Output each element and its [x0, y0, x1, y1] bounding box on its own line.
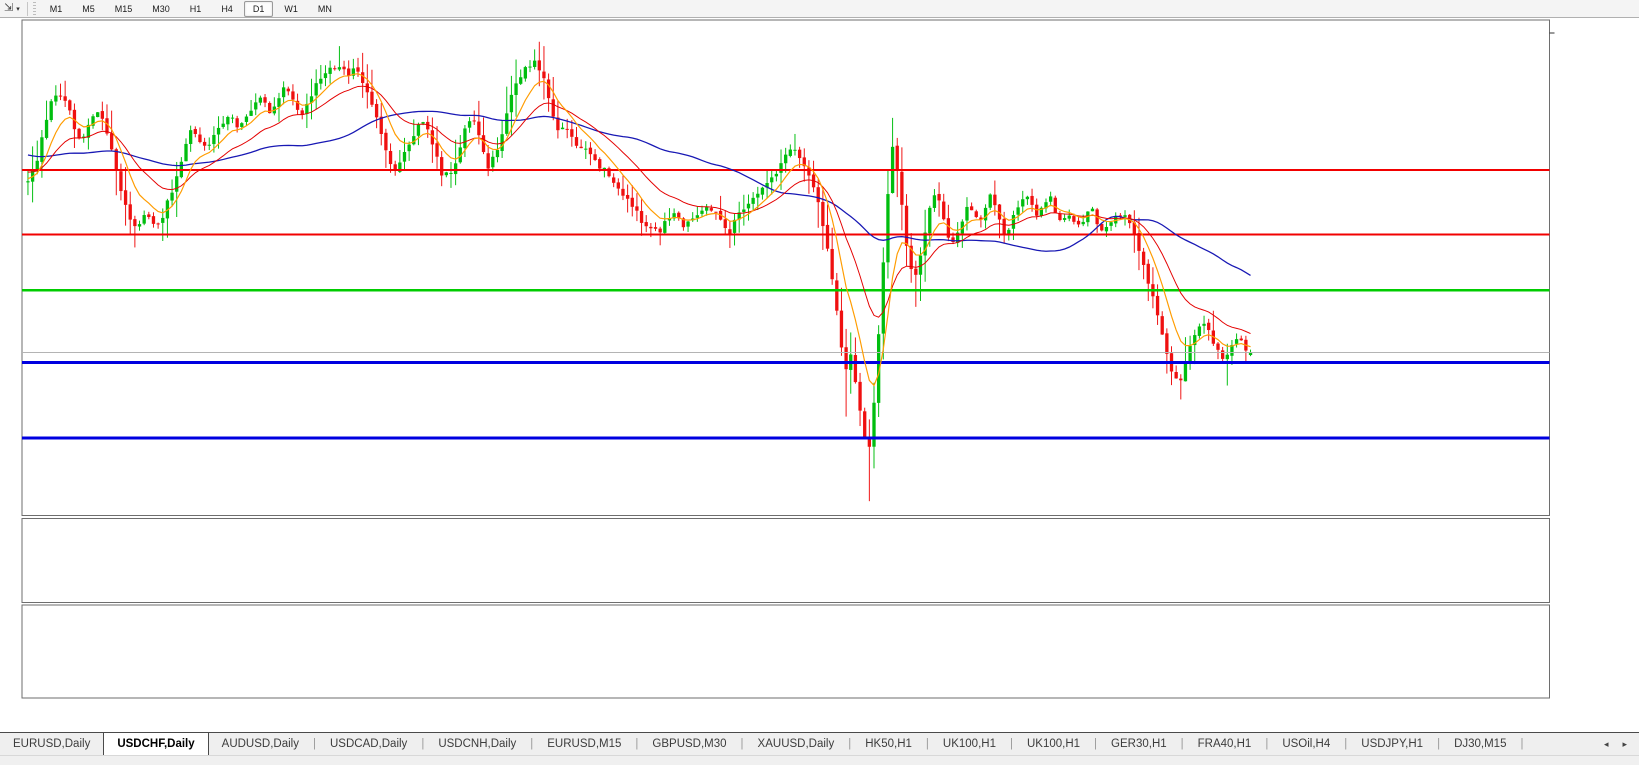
tab-EURUSD-M15[interactable]: EURUSD,M15 — [534, 734, 634, 755]
status-strip — [0, 755, 1639, 765]
toolbar-separator — [26, 1, 28, 16]
chart-shift-icon: ⇲ — [4, 2, 14, 14]
timeframe-H4[interactable]: H4 — [212, 1, 242, 17]
timeframe-M5[interactable]: M5 — [73, 1, 104, 17]
timeframe-buttons: M1 M5 M15 M30 H1 H4 D1 W1 MN — [40, 0, 342, 17]
tab-FRA40-H1[interactable]: FRA40,H1 — [1185, 734, 1265, 755]
timeframe-D1[interactable]: D1 — [243, 0, 274, 17]
macd-window — [21, 604, 1551, 699]
chart-tab-bar: EURUSD,Daily USDCHF,Daily AUDUSD,Daily | USD… — [0, 732, 1639, 755]
timeframe-M15[interactable]: M15 — [106, 1, 142, 17]
timeframe-M1[interactable]: M1 — [41, 1, 72, 17]
tab-XAUUSD-Daily[interactable]: XAUUSD,Daily — [745, 734, 848, 755]
chart-canvas[interactable] — [0, 18, 1639, 732]
tab-USDCHF-Daily[interactable]: USDCHF,Daily — [103, 733, 209, 755]
tab-scroll-arrows: ◂ ▸ — [1598, 733, 1639, 755]
top-toolbar: ⇲ ▾ M1 M5 M15 M30 H1 H4 D1 W1 MN — [0, 0, 1639, 18]
tab-USDJPY-H1[interactable]: USDJPY,H1 — [1348, 734, 1436, 755]
tab-EURUSD-Daily[interactable]: EURUSD,Daily — [0, 734, 103, 755]
timeframe-W1[interactable]: W1 — [275, 1, 307, 17]
chevron-down-icon: ▾ — [16, 5, 20, 13]
tab-HK50-H1[interactable]: HK50,H1 — [852, 734, 925, 755]
timeframe-H1[interactable]: H1 — [181, 1, 211, 17]
toolbar-grip[interactable] — [32, 2, 36, 15]
main-window — [21, 19, 1551, 516]
tab-UK100-H1[interactable]: UK100,H1 — [930, 734, 1009, 755]
chart-shift-tool[interactable]: ⇲ ▾ — [0, 0, 24, 17]
tab-UK100-H1[interactable]: UK100,H1 — [1014, 734, 1093, 755]
timeframe-M30[interactable]: M30 — [143, 1, 179, 17]
tab-GBPUSD-M30[interactable]: GBPUSD,M30 — [639, 734, 739, 755]
tab-DJ30-M15[interactable]: DJ30,M15 — [1441, 734, 1519, 755]
rsi-window — [21, 517, 1551, 603]
chart-tabs: EURUSD,Daily USDCHF,Daily AUDUSD,Daily | USD… — [0, 733, 1598, 755]
tab-scroll-left-icon[interactable]: ◂ — [1604, 739, 1609, 750]
timeframe-MN[interactable]: MN — [309, 1, 341, 17]
tab-separator: | — [1520, 738, 1524, 750]
tab-USDCNH-Daily[interactable]: USDCNH,Daily — [425, 734, 529, 755]
tab-USOil-H4[interactable]: USOil,H4 — [1269, 734, 1343, 755]
tab-USDCAD-Daily[interactable]: USDCAD,Daily — [317, 734, 420, 755]
tab-AUDUSD-Daily[interactable]: AUDUSD,Daily — [209, 734, 312, 755]
tab-scroll-right-icon[interactable]: ▸ — [1622, 739, 1627, 750]
tab-GER30-H1[interactable]: GER30,H1 — [1098, 734, 1180, 755]
